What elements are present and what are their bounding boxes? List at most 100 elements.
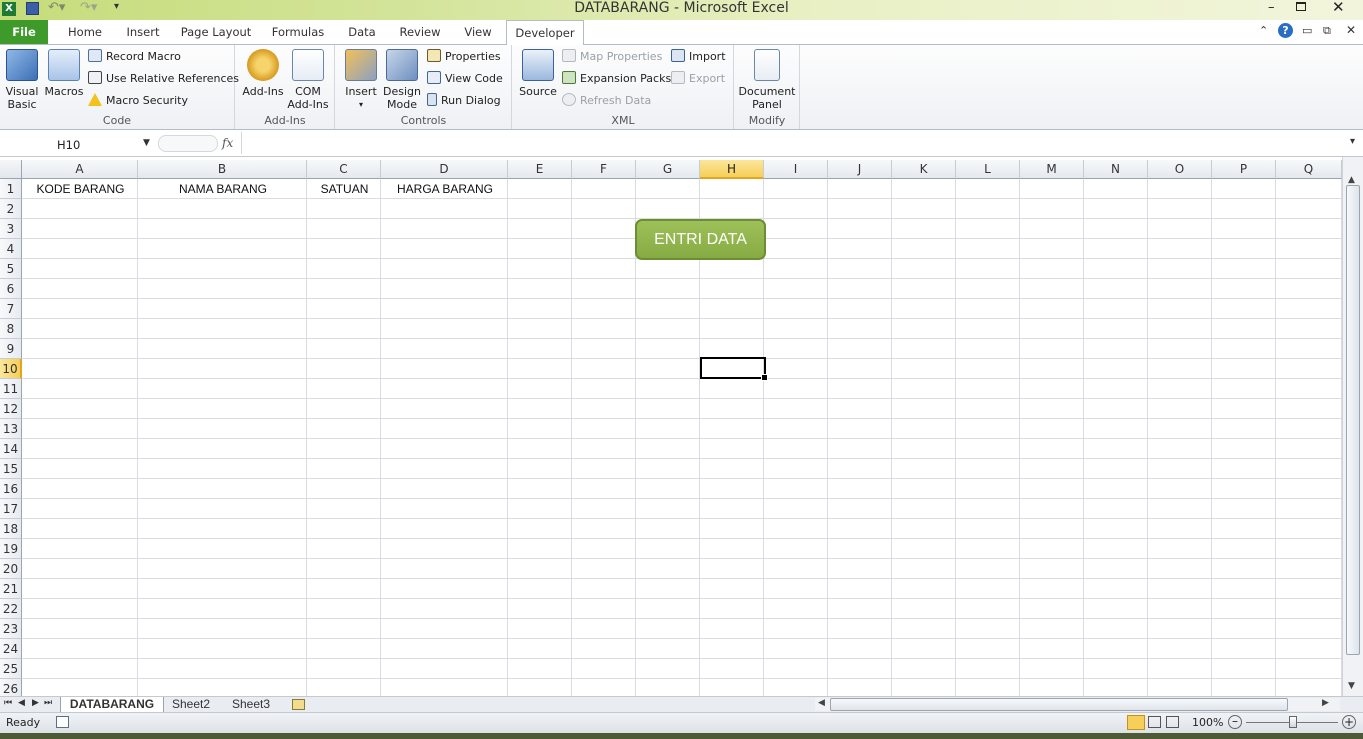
row-header-5[interactable]: 5 xyxy=(0,259,22,279)
column-header-i[interactable]: I xyxy=(764,160,828,179)
cell-a1[interactable]: KODE BARANG xyxy=(23,179,138,199)
expand-formula-bar-icon[interactable]: ▾ xyxy=(1350,136,1355,147)
sheet-tab-sheet3[interactable]: Sheet3 xyxy=(232,697,282,713)
row-header-25[interactable]: 25 xyxy=(0,659,22,679)
row-header-4[interactable]: 4 xyxy=(0,239,22,259)
tab-developer[interactable]: Developer xyxy=(506,20,584,45)
sheet-tab-databarang[interactable]: DATABARANG xyxy=(60,697,164,713)
entri-data-button[interactable]: ENTRI DATA xyxy=(635,219,766,260)
name-box-dropdown-icon[interactable]: ▼ xyxy=(143,138,150,148)
sheet-nav-last-icon[interactable]: ⏭ xyxy=(44,698,52,708)
row-header-10[interactable]: 10 xyxy=(0,359,22,379)
row-header-22[interactable]: 22 xyxy=(0,599,22,619)
tab-data[interactable]: Data xyxy=(342,20,382,44)
row-header-1[interactable]: 1 xyxy=(0,179,22,199)
row-header-20[interactable]: 20 xyxy=(0,559,22,579)
tab-insert[interactable]: Insert xyxy=(120,20,166,44)
column-header-o[interactable]: O xyxy=(1148,160,1212,179)
column-header-f[interactable]: F xyxy=(572,160,636,179)
row-header-12[interactable]: 12 xyxy=(0,399,22,419)
row-header-23[interactable]: 23 xyxy=(0,619,22,639)
macro-security-button[interactable]: Macro Security xyxy=(88,92,188,110)
row-header-26[interactable]: 26 xyxy=(0,679,22,696)
expansion-packs-button[interactable]: Expansion Packs xyxy=(562,70,671,88)
select-all-corner[interactable] xyxy=(0,160,22,179)
column-header-h[interactable]: H xyxy=(700,160,764,179)
zoom-level[interactable]: 100% xyxy=(1192,716,1223,729)
row-header-24[interactable]: 24 xyxy=(0,639,22,659)
map-properties-button[interactable]: Map Properties xyxy=(562,48,662,66)
macros-button[interactable]: Macros xyxy=(44,49,84,98)
workbook-minimize-icon[interactable]: ▭ xyxy=(1302,24,1312,37)
view-code-button[interactable]: View Code xyxy=(427,70,503,88)
name-box[interactable]: H10 xyxy=(2,135,154,153)
tab-review[interactable]: Review xyxy=(394,20,446,44)
formula-bar-splitter[interactable] xyxy=(158,135,218,152)
cell-d1[interactable]: HARGA BARANG xyxy=(382,179,508,199)
column-header-k[interactable]: K xyxy=(892,160,956,179)
zoom-out-icon[interactable]: – xyxy=(1228,715,1242,729)
normal-view-icon[interactable] xyxy=(1127,715,1145,730)
row-header-6[interactable]: 6 xyxy=(0,279,22,299)
formula-input[interactable] xyxy=(241,132,1346,154)
workbook-close-icon[interactable]: ✕ xyxy=(1346,23,1356,37)
tab-home[interactable]: Home xyxy=(62,20,108,44)
cell-b1[interactable]: NAMA BARANG xyxy=(139,179,307,199)
record-macro-button[interactable]: Record Macro xyxy=(88,48,181,66)
column-header-l[interactable]: L xyxy=(956,160,1020,179)
column-header-c[interactable]: C xyxy=(307,160,381,179)
sheet-nav-prev-icon[interactable]: ◀ xyxy=(18,698,25,708)
scroll-left-icon[interactable]: ◀ xyxy=(818,698,825,708)
column-header-j[interactable]: J xyxy=(828,160,892,179)
row-header-16[interactable]: 16 xyxy=(0,479,22,499)
document-panel-button[interactable]: Document Panel xyxy=(737,49,797,111)
macro-recording-icon[interactable] xyxy=(56,716,69,728)
minimize-ribbon-icon[interactable]: ⌃ xyxy=(1259,24,1268,37)
use-relative-references-button[interactable]: Use Relative References xyxy=(88,70,239,88)
cell-c1[interactable]: SATUAN xyxy=(308,179,381,199)
insert-control-button[interactable]: Insert ▾ xyxy=(340,49,382,111)
column-header-a[interactable]: A xyxy=(22,160,138,179)
sheet-nav-first-icon[interactable]: ⏮ xyxy=(4,698,12,708)
page-layout-view-icon[interactable] xyxy=(1148,716,1161,728)
row-header-7[interactable]: 7 xyxy=(0,299,22,319)
row-header-19[interactable]: 19 xyxy=(0,539,22,559)
vertical-scrollbar[interactable]: ▲ ▼ xyxy=(1342,157,1363,696)
addins-button[interactable]: Add-Ins xyxy=(242,49,284,98)
column-header-d[interactable]: D xyxy=(381,160,508,179)
column-header-b[interactable]: B xyxy=(138,160,307,179)
scroll-up-icon[interactable]: ▲ xyxy=(1348,175,1355,185)
run-dialog-button[interactable]: Run Dialog xyxy=(427,92,501,110)
row-header-15[interactable]: 15 xyxy=(0,459,22,479)
column-header-n[interactable]: N xyxy=(1084,160,1148,179)
column-header-g[interactable]: G xyxy=(636,160,700,179)
row-header-2[interactable]: 2 xyxy=(0,199,22,219)
column-header-p[interactable]: P xyxy=(1212,160,1276,179)
row-header-18[interactable]: 18 xyxy=(0,519,22,539)
row-header-11[interactable]: 11 xyxy=(0,379,22,399)
workbook-restore-icon[interactable]: ⧉ xyxy=(1323,24,1331,38)
row-header-9[interactable]: 9 xyxy=(0,339,22,359)
close-icon[interactable]: ✕ xyxy=(1332,0,1345,16)
row-header-17[interactable]: 17 xyxy=(0,499,22,519)
scroll-down-icon[interactable]: ▼ xyxy=(1348,681,1355,691)
scroll-right-icon[interactable]: ▶ xyxy=(1322,698,1329,708)
help-icon[interactable]: ? xyxy=(1278,23,1293,38)
design-mode-button[interactable]: Design Mode xyxy=(380,49,424,111)
zoom-slider-thumb[interactable] xyxy=(1289,716,1297,728)
insert-function-icon[interactable]: fx xyxy=(222,136,233,150)
minimize-icon[interactable]: – xyxy=(1268,0,1275,15)
tab-file[interactable]: File xyxy=(0,20,48,44)
column-header-m[interactable]: M xyxy=(1020,160,1084,179)
row-header-3[interactable]: 3 xyxy=(0,219,22,239)
column-header-e[interactable]: E xyxy=(508,160,572,179)
export-button[interactable]: Export xyxy=(671,70,725,88)
insert-sheet-icon[interactable] xyxy=(292,699,305,710)
com-addins-button[interactable]: COM Add-Ins xyxy=(286,49,330,111)
maximize-icon[interactable] xyxy=(1296,2,1306,11)
row-header-8[interactable]: 8 xyxy=(0,319,22,339)
import-button[interactable]: Import xyxy=(671,48,726,66)
zoom-in-icon[interactable]: + xyxy=(1342,715,1356,729)
horizontal-scroll-thumb[interactable] xyxy=(830,698,1288,711)
sheet-tab-sheet2[interactable]: Sheet2 xyxy=(172,697,222,713)
